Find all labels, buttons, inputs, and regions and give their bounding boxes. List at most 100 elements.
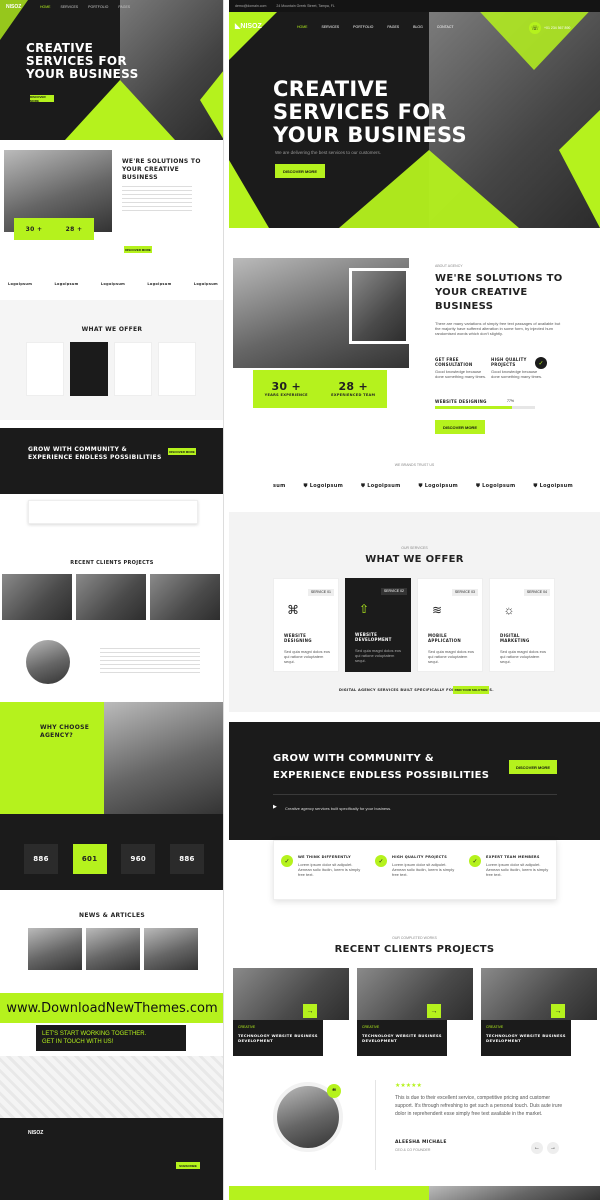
logo[interactable]: ◣NISOZ (235, 22, 262, 30)
network-icon: ⌘ (287, 603, 299, 617)
thumb-nav-home[interactable]: HOME (40, 5, 51, 10)
thumb-news-card[interactable] (144, 928, 198, 970)
service-title: MOBILE APPLICATION (428, 633, 461, 643)
skill-percent: 77% (507, 399, 515, 403)
project-image (357, 968, 473, 1020)
thumb-brand-logo: Logoipsum (8, 282, 33, 286)
rating-stars: ★★★★★ (395, 1083, 422, 1089)
thumb-nav-services[interactable]: SERVICES (61, 5, 79, 10)
divider (273, 794, 557, 795)
about-kicker: ABOUT AGENCY (435, 264, 463, 268)
about-title: WE'RE SOLUTIONS TO YOUR CREATIVE BUSINESS (435, 273, 563, 312)
check-icon: ✓ (375, 855, 387, 867)
thumb-nav-pages[interactable]: PAGES (118, 5, 130, 10)
project-card[interactable]: → CREATIVE TECHNOLOGY WEBSITE BUSINESS DE… (481, 968, 597, 1056)
thumb-brands: Logoipsum Logoipsum Logoipsum Logoipsum … (8, 282, 218, 287)
nav-blog[interactable]: BLOG (413, 25, 423, 30)
thumb-footer-logo[interactable]: NISOZ (28, 1130, 43, 1136)
brands-row: sum ⛊ Logoipsum ⛊ Logoipsum ⛊ Logoipsum … (273, 483, 573, 489)
thumb-community-cta[interactable]: DISCOVER MORE (168, 448, 196, 455)
service-number: SERVICE 02 (380, 588, 407, 595)
feature-title: EXPERT TEAM MEMBERS (486, 855, 540, 859)
find-solution-button[interactable]: FIND YOUR SOLUTION (453, 686, 489, 694)
hero-title: CREATIVE SERVICES FOR YOUR BUSINESS (273, 77, 467, 147)
thumb-about-title: WE'RE SOLUTIONS TO YOUR CREATIVE BUSINESS (122, 158, 201, 181)
about-cta-button[interactable]: DISCOVER MORE (435, 420, 485, 434)
thumb-map[interactable] (0, 1056, 223, 1118)
thumb-news-title: NEWS & ARTICLES (79, 912, 145, 919)
thumb-news-card[interactable] (86, 928, 140, 970)
skill-label: WEBSITE DESIGNING (435, 399, 487, 404)
project-image (481, 968, 597, 1020)
offer-section: OUR SERVICES WHAT WE OFFER SERVICE 01 ⌘ … (229, 512, 600, 712)
community-cta-button[interactable]: DISCOVER MORE (509, 760, 557, 774)
service-desc: Sed quia magni dolos eos qui ratione vol… (428, 649, 475, 664)
why-photo-start (429, 1186, 600, 1200)
thumb-why-panel: WHY CHOOSE AGENCY? (0, 702, 104, 814)
header-phone[interactable]: +01 234 567 890 (544, 26, 570, 31)
nav-services[interactable]: SERVICES (322, 25, 340, 30)
service-card-mobile[interactable]: SERVICE 03 ≋ MOBILE APPLICATION Sed quia … (417, 578, 483, 672)
thumb-project-card[interactable] (150, 574, 220, 620)
thumb-service-card[interactable] (70, 342, 108, 396)
nav-portfolio[interactable]: PORTFOLIO (353, 25, 373, 30)
feature-consultation-desc: Good knowledge because done something ma… (435, 369, 487, 379)
thumb-hero-cta[interactable]: DISCOVER MORE (30, 95, 54, 103)
brand-logo: sum (273, 483, 286, 489)
next-arrow-button[interactable]: → (547, 1142, 559, 1154)
topbar: demo@domain.com 24 Mountain Greek Street… (229, 0, 600, 12)
thumb-project-card[interactable] (2, 574, 72, 620)
community-play-icon[interactable]: ▶ (273, 804, 277, 810)
service-title: WEBSITE DESIGNING (284, 633, 312, 643)
thumb-service-card[interactable] (26, 342, 64, 396)
thumb-community: GROW WITH COMMUNITY & EXPERIENCE ENDLESS … (0, 428, 223, 494)
hero-cta-button[interactable]: DISCOVER MORE (275, 164, 325, 178)
about-photo-small (349, 268, 409, 344)
service-card-marketing[interactable]: SERVICE 04 ☼ DIGITAL MARKETING Sed quia m… (489, 578, 555, 672)
project-card[interactable]: → CREATIVE TECHNOLOGY WEBSITE BUSINESS DE… (357, 968, 473, 1056)
main-nav: HOME SERVICES PORTFOLIO PAGES BLOG CONTA… (297, 25, 454, 30)
project-tag: CREATIVE (238, 1025, 256, 1029)
about-description: There are many variations of simply free… (435, 321, 561, 336)
feature-desc: Lorem ipsum dolor sit adipulet. Aenean s… (486, 862, 549, 877)
thumb-community-title: GROW WITH COMMUNITY & EXPERIENCE ENDLESS … (28, 446, 162, 461)
nav-contact[interactable]: CONTACT (437, 25, 454, 30)
brand-logo: Logoipsum (367, 483, 401, 489)
thumb-logo[interactable]: NISOZ (6, 4, 21, 10)
thumb-about-cta[interactable]: DISCOVER MORE (124, 246, 152, 253)
thumb-project-card[interactable] (76, 574, 146, 620)
brand-logo: Logoipsum (309, 483, 344, 489)
thumb-service-card[interactable] (158, 342, 196, 396)
phone-icon: ☏ (529, 22, 541, 34)
project-tag: CREATIVE (486, 1025, 504, 1029)
nav-home[interactable]: HOME (297, 25, 308, 30)
topbar-email[interactable]: demo@domain.com (235, 4, 266, 9)
thumb-subscribe-button[interactable]: SUBSCRIBE (176, 1162, 200, 1169)
feature-quality-desc: Good knowledge because done something ma… (491, 369, 543, 379)
thumb-why-photo (104, 702, 223, 814)
prev-arrow-button[interactable]: ← (531, 1142, 543, 1154)
projects-title: RECENT CLIENTS PROJECTS (334, 944, 495, 955)
community-features: ✓ WE THINK DIFFERENTLY Lorem ipsum dolor … (273, 840, 557, 900)
thumb-nav-portfolio[interactable]: PORTFOLIO (88, 5, 108, 10)
arrow-right-icon[interactable]: → (551, 1004, 565, 1018)
nav-pages[interactable]: PAGES (387, 25, 399, 30)
arrow-right-icon[interactable]: → (303, 1004, 317, 1018)
service-card-designing[interactable]: SERVICE 01 ⌘ WEBSITE DESIGNING Sed quia m… (273, 578, 339, 672)
service-card-development[interactable]: SERVICE 02 ⇧ WEBSITE DEVELOPMENT Sed quia… (345, 578, 411, 672)
feature-consultation-title: GET FREE CONSULTATION (435, 357, 473, 367)
thumb-news-card[interactable] (28, 928, 82, 970)
quality-icon: ✓ (535, 357, 547, 369)
thumb-brand-logo: Logoipsum (193, 282, 218, 286)
offer-kicker: OUR SERVICES (401, 546, 428, 550)
thumb-service-card[interactable] (114, 342, 152, 396)
stat-team: 28 + (338, 380, 369, 394)
feature-desc: Lorem ipsum dolor sit adipulet. Aenean s… (392, 862, 455, 877)
feature-expert-team: ✓ EXPERT TEAM MEMBERS Lorem ipsum dolor s… (469, 855, 549, 899)
service-desc: Sed quia magni dolos eos qui ratione vol… (500, 649, 547, 664)
project-card[interactable]: → CREATIVE TECHNOLOGY WEBSITE BUSINESS DE… (233, 968, 349, 1056)
brand-logo: Logoipsum (539, 483, 573, 489)
feature-think-differently: ✓ WE THINK DIFFERENTLY Lorem ipsum dolor … (281, 855, 361, 899)
arrow-right-icon[interactable]: → (427, 1004, 441, 1018)
thumb-hero: NISOZ HOME SERVICES PORTFOLIO PAGES CREA… (0, 0, 223, 140)
